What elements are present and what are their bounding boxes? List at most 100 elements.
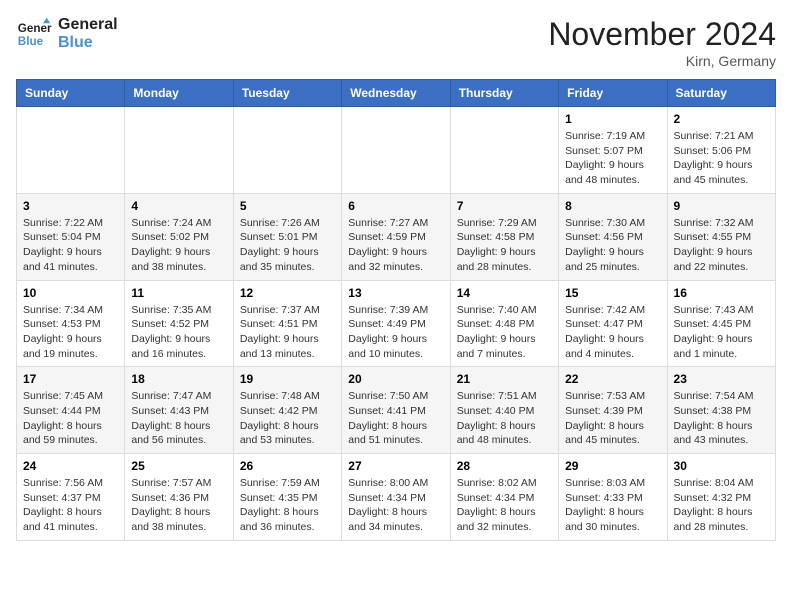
day-info: Sunrise: 7:54 AM Sunset: 4:38 PM Dayligh…: [674, 389, 769, 448]
day-number: 24: [23, 459, 118, 473]
calendar-cell: 6Sunrise: 7:27 AM Sunset: 4:59 PM Daylig…: [342, 193, 450, 280]
day-number: 28: [457, 459, 552, 473]
day-info: Sunrise: 8:03 AM Sunset: 4:33 PM Dayligh…: [565, 476, 660, 535]
calendar-cell: [17, 107, 125, 194]
day-number: 13: [348, 286, 443, 300]
calendar-cell: 11 Sunrise: 7:35 AM Sunset: 4:52 PM Dayli…: [125, 280, 233, 367]
day-number: 6: [348, 199, 443, 213]
day-number: 5: [240, 199, 335, 213]
calendar-week-row: 24 Sunrise: 7:56 AM Sunset: 4:37 PM Dayli…: [17, 454, 776, 541]
calendar-cell: 16Sunrise: 7:43 AM Sunset: 4:45 PM Dayli…: [667, 280, 775, 367]
day-number: 18: [131, 372, 226, 386]
day-info: Sunrise: 7:40 AM Sunset: 4:48 PM Dayligh…: [457, 303, 552, 362]
weekday-header: Tuesday: [233, 80, 341, 107]
calendar-cell: 5 Sunrise: 7:26 AM Sunset: 5:01 PM Daylig…: [233, 193, 341, 280]
weekday-header: Friday: [559, 80, 667, 107]
day-number: 25: [131, 459, 226, 473]
calendar-cell: 23 Sunrise: 7:54 AM Sunset: 4:38 PM Dayli…: [667, 367, 775, 454]
day-info: Sunrise: 7:57 AM Sunset: 4:36 PM Dayligh…: [131, 476, 226, 535]
day-info: Sunrise: 7:39 AM Sunset: 4:49 PM Dayligh…: [348, 303, 443, 362]
day-number: 4: [131, 199, 226, 213]
calendar-week-row: 1 Sunrise: 7:19 AM Sunset: 5:07 PM Daylig…: [17, 107, 776, 194]
day-info: Sunrise: 8:00 AM Sunset: 4:34 PM Dayligh…: [348, 476, 443, 535]
day-number: 8: [565, 199, 660, 213]
calendar-cell: 22Sunrise: 7:53 AM Sunset: 4:39 PM Dayli…: [559, 367, 667, 454]
day-info: Sunrise: 7:24 AM Sunset: 5:02 PM Dayligh…: [131, 216, 226, 275]
weekday-header-row: SundayMondayTuesdayWednesdayThursdayFrid…: [17, 80, 776, 107]
day-number: 21: [457, 372, 552, 386]
calendar-cell: [450, 107, 558, 194]
svg-text:General: General: [18, 22, 52, 35]
day-info: Sunrise: 7:19 AM Sunset: 5:07 PM Dayligh…: [565, 129, 660, 188]
day-info: Sunrise: 7:47 AM Sunset: 4:43 PM Dayligh…: [131, 389, 226, 448]
day-info: Sunrise: 8:04 AM Sunset: 4:32 PM Dayligh…: [674, 476, 769, 535]
day-number: 27: [348, 459, 443, 473]
weekday-header: Thursday: [450, 80, 558, 107]
calendar-cell: 30Sunrise: 8:04 AM Sunset: 4:32 PM Dayli…: [667, 454, 775, 541]
logo: General Blue General Blue: [16, 16, 118, 52]
weekday-header: Saturday: [667, 80, 775, 107]
day-number: 12: [240, 286, 335, 300]
day-info: Sunrise: 7:35 AM Sunset: 4:52 PM Dayligh…: [131, 303, 226, 362]
day-info: Sunrise: 7:50 AM Sunset: 4:41 PM Dayligh…: [348, 389, 443, 448]
day-info: Sunrise: 8:02 AM Sunset: 4:34 PM Dayligh…: [457, 476, 552, 535]
weekday-header: Wednesday: [342, 80, 450, 107]
day-number: 3: [23, 199, 118, 213]
day-number: 7: [457, 199, 552, 213]
day-number: 10: [23, 286, 118, 300]
logo-line1: General: [58, 16, 118, 34]
day-info: Sunrise: 7:42 AM Sunset: 4:47 PM Dayligh…: [565, 303, 660, 362]
day-number: 20: [348, 372, 443, 386]
day-info: Sunrise: 7:53 AM Sunset: 4:39 PM Dayligh…: [565, 389, 660, 448]
calendar-cell: 19 Sunrise: 7:48 AM Sunset: 4:42 PM Dayli…: [233, 367, 341, 454]
location: Kirn, Germany: [548, 53, 776, 69]
day-info: Sunrise: 7:51 AM Sunset: 4:40 PM Dayligh…: [457, 389, 552, 448]
calendar-cell: 26Sunrise: 7:59 AM Sunset: 4:35 PM Dayli…: [233, 454, 341, 541]
day-info: Sunrise: 7:37 AM Sunset: 4:51 PM Dayligh…: [240, 303, 335, 362]
day-info: Sunrise: 7:22 AM Sunset: 5:04 PM Dayligh…: [23, 216, 118, 275]
calendar-cell: 3 Sunrise: 7:22 AM Sunset: 5:04 PM Daylig…: [17, 193, 125, 280]
calendar-week-row: 3 Sunrise: 7:22 AM Sunset: 5:04 PM Daylig…: [17, 193, 776, 280]
calendar-cell: 8Sunrise: 7:30 AM Sunset: 4:56 PM Daylig…: [559, 193, 667, 280]
day-info: Sunrise: 7:26 AM Sunset: 5:01 PM Dayligh…: [240, 216, 335, 275]
title-block: November 2024 Kirn, Germany: [548, 16, 776, 69]
day-info: Sunrise: 7:32 AM Sunset: 4:55 PM Dayligh…: [674, 216, 769, 275]
weekday-header: Monday: [125, 80, 233, 107]
calendar-cell: 28 Sunrise: 8:02 AM Sunset: 4:34 PM Dayli…: [450, 454, 558, 541]
calendar-cell: [125, 107, 233, 194]
calendar-week-row: 17Sunrise: 7:45 AM Sunset: 4:44 PM Dayli…: [17, 367, 776, 454]
day-info: Sunrise: 7:56 AM Sunset: 4:37 PM Dayligh…: [23, 476, 118, 535]
day-info: Sunrise: 7:21 AM Sunset: 5:06 PM Dayligh…: [674, 129, 769, 188]
day-number: 29: [565, 459, 660, 473]
day-number: 23: [674, 372, 769, 386]
day-info: Sunrise: 7:29 AM Sunset: 4:58 PM Dayligh…: [457, 216, 552, 275]
day-info: Sunrise: 7:48 AM Sunset: 4:42 PM Dayligh…: [240, 389, 335, 448]
calendar-cell: 1 Sunrise: 7:19 AM Sunset: 5:07 PM Daylig…: [559, 107, 667, 194]
calendar-cell: 9 Sunrise: 7:32 AM Sunset: 4:55 PM Daylig…: [667, 193, 775, 280]
calendar: SundayMondayTuesdayWednesdayThursdayFrid…: [16, 79, 776, 541]
day-info: Sunrise: 7:59 AM Sunset: 4:35 PM Dayligh…: [240, 476, 335, 535]
logo-icon: General Blue: [16, 16, 52, 52]
calendar-cell: 20 Sunrise: 7:50 AM Sunset: 4:41 PM Dayli…: [342, 367, 450, 454]
day-number: 11: [131, 286, 226, 300]
calendar-cell: 24 Sunrise: 7:56 AM Sunset: 4:37 PM Dayli…: [17, 454, 125, 541]
calendar-cell: 29 Sunrise: 8:03 AM Sunset: 4:33 PM Dayli…: [559, 454, 667, 541]
day-number: 14: [457, 286, 552, 300]
day-number: 15: [565, 286, 660, 300]
day-info: Sunrise: 7:45 AM Sunset: 4:44 PM Dayligh…: [23, 389, 118, 448]
day-number: 1: [565, 112, 660, 126]
calendar-cell: 25 Sunrise: 7:57 AM Sunset: 4:36 PM Dayli…: [125, 454, 233, 541]
calendar-cell: 2 Sunrise: 7:21 AM Sunset: 5:06 PM Daylig…: [667, 107, 775, 194]
calendar-cell: 12 Sunrise: 7:37 AM Sunset: 4:51 PM Dayli…: [233, 280, 341, 367]
calendar-cell: 10 Sunrise: 7:34 AM Sunset: 4:53 PM Dayli…: [17, 280, 125, 367]
day-number: 9: [674, 199, 769, 213]
page-header: General Blue General Blue November 2024 …: [16, 16, 776, 69]
day-info: Sunrise: 7:34 AM Sunset: 4:53 PM Dayligh…: [23, 303, 118, 362]
day-number: 19: [240, 372, 335, 386]
svg-text:Blue: Blue: [18, 35, 44, 48]
calendar-cell: 21 Sunrise: 7:51 AM Sunset: 4:40 PM Dayli…: [450, 367, 558, 454]
day-number: 2: [674, 112, 769, 126]
weekday-header: Sunday: [17, 80, 125, 107]
day-number: 16: [674, 286, 769, 300]
calendar-cell: 17Sunrise: 7:45 AM Sunset: 4:44 PM Dayli…: [17, 367, 125, 454]
